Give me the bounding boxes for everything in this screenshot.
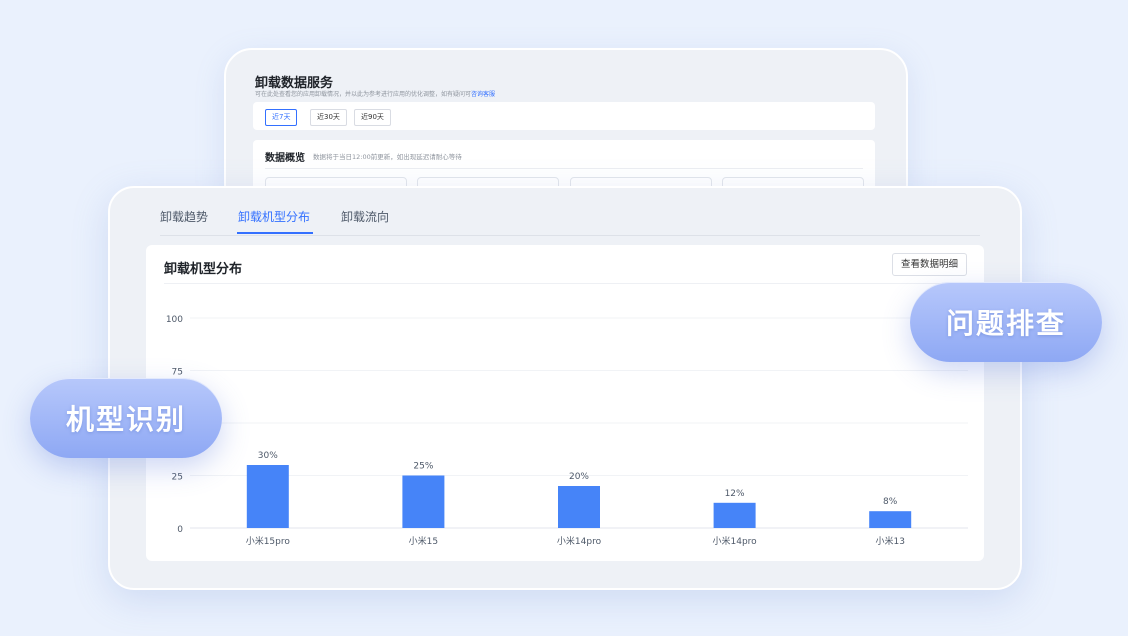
bar-data-label: 8% [883,497,898,507]
tab-uninstall-trend[interactable]: 卸载趋势 [160,208,208,225]
model-distribution-panel: 卸载机型分布 查看数据明细 0 25 75 100 30% 小米15pro 25% 小米15 2… [146,245,984,561]
range-30-days-button[interactable]: 近30天 [310,109,347,126]
troubleshooting-badge: 问题排查 [910,282,1102,362]
x-tick-label: 小米14pro [713,535,758,547]
service-description-text: 可在此处查看您的应用卸载情况，并以此为参考进行应用的优化调整，如有疑问可 [255,91,472,98]
y-tick-label: 25 [172,473,183,483]
date-range-bar: 近7天 近30天 近90天 [253,102,875,130]
bar-data-label: 25% [413,462,433,472]
bar-data-label: 20% [569,472,589,482]
bar [713,502,756,528]
x-tick-label: 小米15pro [246,535,291,547]
overview-divider [265,168,863,169]
overview-description: 数据将于当日12:00前更新，如出现延迟请耐心等待 [313,153,462,161]
bar [558,486,600,528]
tab-uninstall-model-distribution[interactable]: 卸载机型分布 [238,208,310,225]
model-distribution-bar-chart: 0 25 75 100 30% 小米15pro 25% 小米15 20% 小米14pro 12% 小米… [166,315,968,547]
bar [246,465,289,528]
range-7-days-button[interactable]: 近7天 [265,109,298,126]
active-tab-indicator [237,232,313,234]
bar-data-label: 30% [258,451,278,461]
bar [402,475,445,528]
range-90-days-button[interactable]: 近90天 [354,109,391,126]
x-tick-label: 小米13 [875,535,904,547]
tab-uninstall-flow[interactable]: 卸载流向 [341,208,389,225]
y-tick-label: 0 [177,525,183,535]
customer-service-link[interactable]: 咨询客服 [471,91,495,98]
bar-data-label: 12% [725,489,745,499]
model-identification-badge: 机型识别 [30,378,222,458]
service-description: 可在此处查看您的应用卸载情况，并以此为参考进行应用的优化调整，如有疑问可咨询客服 [255,89,495,98]
y-tick-label: 100 [166,315,183,325]
analysis-tabs: 卸载趋势 卸载机型分布 卸载流向 [160,208,980,236]
overview-title: 数据概览 [265,153,305,164]
x-tick-label: 小米15 [409,535,438,547]
x-tick-label: 小米14pro [557,535,602,547]
bar [869,511,912,528]
y-tick-label: 75 [172,368,183,378]
uninstall-analysis-card: 卸载趋势 卸载机型分布 卸载流向 卸载机型分布 查看数据明细 0 25 75 100 3… [108,186,1022,590]
